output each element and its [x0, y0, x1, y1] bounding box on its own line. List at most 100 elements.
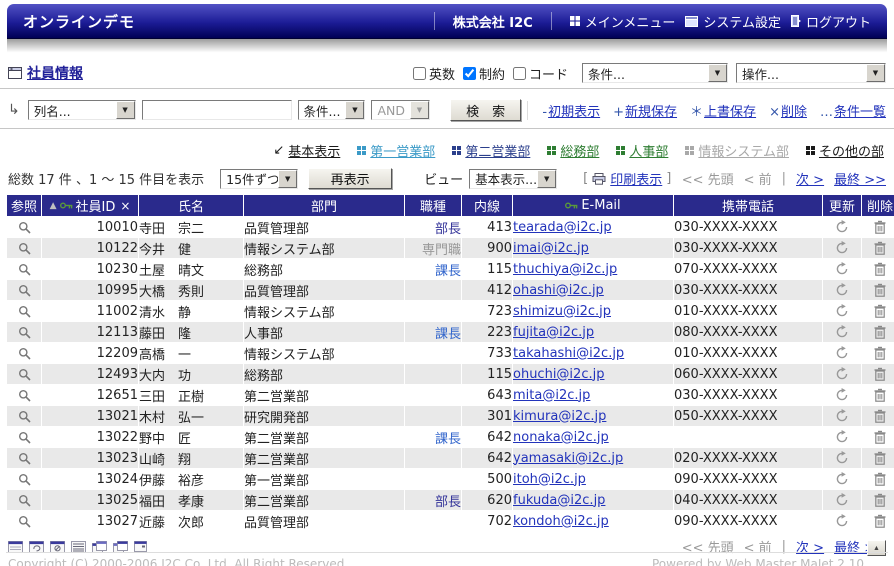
trash-icon[interactable] [874, 388, 886, 402]
search-keyword-input[interactable] [142, 100, 292, 120]
trash-icon[interactable] [874, 409, 886, 423]
tab-sales-dept-1[interactable]: 第一営業部 [357, 141, 435, 160]
magnifier-icon[interactable] [18, 242, 31, 255]
email-link[interactable]: fukuda@i2c.jp [513, 493, 605, 508]
trash-icon[interactable] [874, 220, 886, 234]
tab-general-affairs[interactable]: 総務部 [547, 141, 599, 160]
sort-ascending-icon[interactable]: ▲ [50, 201, 57, 211]
page-title[interactable]: 社員情報 [27, 63, 83, 83]
magnifier-icon[interactable] [18, 221, 31, 234]
trash-icon[interactable] [874, 283, 886, 297]
trash-icon[interactable] [874, 262, 886, 276]
footer-window-list-icon[interactable] [8, 541, 23, 553]
email-link[interactable]: kimura@i2c.jp [513, 409, 606, 424]
col-header-employee-id[interactable]: ▲ 社員ID × [42, 195, 138, 216]
link-save-new[interactable]: +新規保存 [613, 101, 677, 120]
search-button[interactable]: 検 索 [450, 99, 521, 121]
chevron-down-icon[interactable]: ▼ [866, 64, 885, 82]
magnifier-icon[interactable] [18, 410, 31, 423]
operation-menu-select[interactable]: 操作... ▼ [736, 63, 886, 83]
chevron-down-icon[interactable]: ▼ [345, 101, 364, 119]
refresh-icon[interactable] [835, 472, 849, 486]
remove-sort-icon[interactable]: × [120, 199, 130, 213]
footer-list-icon[interactable] [71, 541, 86, 553]
trash-icon[interactable] [874, 472, 886, 486]
checkbox-alnum[interactable]: 英数 [413, 64, 455, 83]
trash-icon[interactable] [874, 325, 886, 339]
magnifier-icon[interactable] [18, 263, 31, 276]
link-condition-list[interactable]: …条件一覧 [820, 101, 886, 120]
view-select[interactable]: 基本表示... ▼ [469, 169, 557, 189]
footer-small-window-icon[interactable] [134, 541, 147, 552]
refresh-icon[interactable] [835, 241, 849, 255]
magnifier-icon[interactable] [18, 494, 31, 507]
tab-sales-dept-2[interactable]: 第二営業部 [452, 141, 530, 160]
magnifier-icon[interactable] [18, 368, 31, 381]
refresh-icon[interactable] [835, 346, 849, 360]
footer-copy-window-icon[interactable] [92, 541, 107, 553]
logout-link[interactable]: ログアウト [791, 12, 871, 31]
refresh-icon[interactable] [835, 388, 849, 402]
email-link[interactable]: shimizu@i2c.jp [513, 304, 611, 319]
refresh-icon[interactable] [835, 493, 849, 507]
trash-icon[interactable] [874, 430, 886, 444]
magnifier-icon[interactable] [18, 326, 31, 339]
system-settings-link[interactable]: システム設定 [685, 12, 781, 31]
chevron-down-icon[interactable]: ▼ [278, 170, 297, 188]
footer-paste-window-icon[interactable] [113, 541, 128, 553]
footer-window-refresh-icon[interactable] [29, 541, 44, 553]
refresh-icon[interactable] [835, 262, 849, 276]
constraint-checkbox[interactable] [463, 67, 476, 80]
link-delete-condition[interactable]: ×削除 [769, 101, 807, 120]
column-name-select[interactable]: 列名... ▼ [28, 100, 136, 120]
redisplay-button[interactable]: 再表示 [308, 168, 392, 189]
refresh-icon[interactable] [835, 283, 849, 297]
refresh-icon[interactable] [835, 367, 849, 381]
link-overwrite-save[interactable]: ＊上書保存 [690, 101, 756, 120]
magnifier-icon[interactable] [18, 515, 31, 528]
magnifier-icon[interactable] [18, 452, 31, 465]
alnum-checkbox[interactable] [413, 67, 426, 80]
email-link[interactable]: fujita@i2c.jp [513, 325, 594, 340]
main-menu-link[interactable]: メインメニュー [570, 12, 676, 31]
refresh-icon[interactable] [835, 325, 849, 339]
tab-basic-view[interactable]: ↙ 基本表示 [273, 141, 340, 160]
refresh-icon[interactable] [835, 409, 849, 423]
scroll-top-button[interactable]: ▲ [867, 540, 886, 556]
condition-menu-select[interactable]: 条件... ▼ [582, 63, 728, 83]
email-link[interactable]: nonaka@i2c.jp [513, 430, 609, 445]
checkbox-code[interactable]: コード [513, 64, 568, 83]
email-link[interactable]: kondoh@i2c.jp [513, 514, 609, 529]
magnifier-icon[interactable] [18, 431, 31, 444]
trash-icon[interactable] [874, 367, 886, 381]
trash-icon[interactable] [874, 241, 886, 255]
trash-icon[interactable] [874, 304, 886, 318]
refresh-icon[interactable] [835, 451, 849, 465]
pager-next[interactable]: 次 > [796, 537, 824, 556]
code-checkbox[interactable] [513, 67, 526, 80]
chevron-down-icon[interactable]: ▼ [116, 101, 135, 119]
refresh-icon[interactable] [835, 220, 849, 234]
email-link[interactable]: takahashi@i2c.jp [513, 346, 624, 361]
email-link[interactable]: ohashi@i2c.jp [513, 283, 604, 298]
pager-last[interactable]: 最終 >> [834, 169, 886, 188]
magnifier-icon[interactable] [18, 347, 31, 360]
email-link[interactable]: itoh@i2c.jp [513, 472, 586, 487]
search-condition-select[interactable]: 条件... ▼ [298, 100, 366, 120]
page-size-select[interactable]: 15件ずつ ▼ [220, 169, 298, 189]
email-link[interactable]: yamasaki@i2c.jp [513, 451, 623, 466]
pager-next[interactable]: 次 > [796, 169, 824, 188]
trash-icon[interactable] [874, 514, 886, 528]
tab-other-dept[interactable]: その他の部 [806, 141, 884, 160]
link-initial-display[interactable]: -初期表示 [542, 101, 600, 120]
checkbox-constraint[interactable]: 制約 [463, 64, 505, 83]
email-link[interactable]: ohuchi@i2c.jp [513, 367, 604, 382]
print-view-link[interactable]: 印刷表示 [610, 169, 662, 188]
tab-it-dept[interactable]: 情報システム部 [685, 141, 789, 160]
chevron-down-icon[interactable]: ▼ [537, 170, 556, 188]
magnifier-icon[interactable] [18, 305, 31, 318]
refresh-icon[interactable] [835, 430, 849, 444]
tab-hr-dept[interactable]: 人事部 [616, 141, 668, 160]
chevron-down-icon[interactable]: ▼ [708, 64, 727, 82]
trash-icon[interactable] [874, 493, 886, 507]
